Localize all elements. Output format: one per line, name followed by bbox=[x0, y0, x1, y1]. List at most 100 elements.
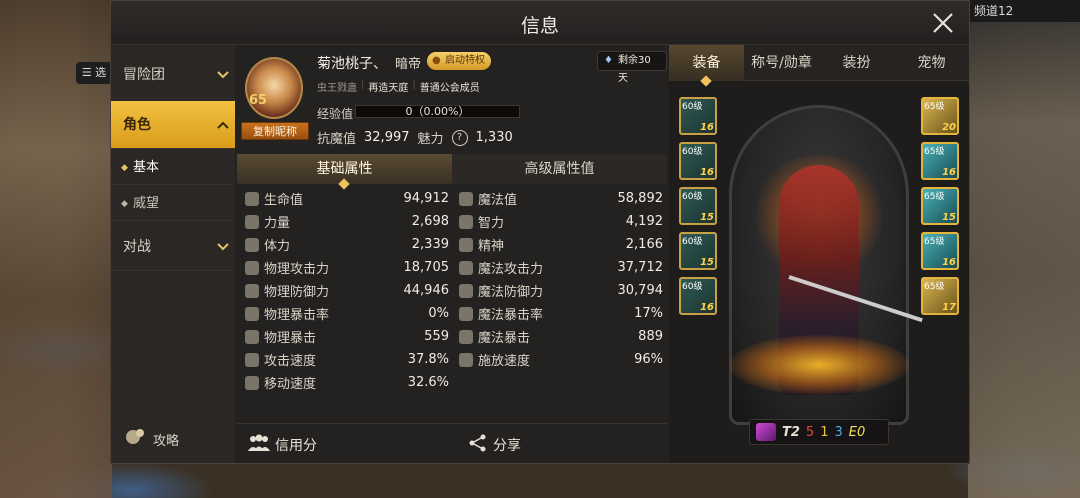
nav-item-label: 角色 bbox=[123, 117, 151, 133]
resist-label: 抗魔值 bbox=[317, 132, 357, 147]
epic-label: E0 bbox=[848, 424, 866, 440]
guide-button[interactable]: 攻略 bbox=[123, 427, 179, 451]
info-panel: 信息 冒险团 角色 ◆ 基本 ◆ 威望 对战 攻略 65 复制昵称 菊池桃子、 … bbox=[110, 0, 970, 464]
boot-icon bbox=[245, 375, 259, 390]
attr-move-speed: 移动速度 32.6% bbox=[245, 371, 449, 394]
share-icon bbox=[469, 434, 487, 456]
crit-icon bbox=[245, 329, 259, 344]
avatar-level: 65 bbox=[249, 93, 268, 108]
nav-sub-basic[interactable]: ◆ 基本 bbox=[111, 151, 235, 185]
tab-basic-attributes[interactable]: 基础属性 bbox=[237, 154, 452, 184]
privilege-badge[interactable]: 启动特权 bbox=[427, 52, 491, 70]
title-bar: 信息 bbox=[111, 1, 969, 45]
charm-value: 1,330 bbox=[475, 130, 513, 145]
attr-magic-crit-rate: 魔法暴击率 17% bbox=[459, 302, 663, 325]
background-menu-tag[interactable]: ☰ 选 bbox=[76, 62, 112, 84]
nav-item-label: 对战 bbox=[123, 239, 151, 255]
character-class: 暗帝 bbox=[395, 57, 422, 72]
tab-equipment[interactable]: 装备 bbox=[669, 45, 744, 81]
attr-phys-defense: 物理防御力 44,946 bbox=[245, 279, 449, 302]
window-title: 信息 bbox=[520, 15, 559, 37]
attr-mp: 魔法值 58,892 bbox=[459, 187, 663, 210]
guide-icon bbox=[123, 427, 147, 451]
equipment-panel: 装备 称号/勋章 装扮 宠物 60级 16 60级 16 60级 15 60级 15 6… bbox=[669, 45, 969, 463]
equip-slot-left-1[interactable]: 60级 16 bbox=[679, 97, 717, 135]
bullet-icon: ◆ bbox=[121, 163, 128, 173]
center-footer: 信用分 分享 bbox=[237, 423, 667, 463]
tier-label: T2 bbox=[782, 424, 800, 440]
heart-icon bbox=[245, 191, 259, 206]
nav-item-character[interactable]: 角色 bbox=[111, 101, 235, 149]
nav-item-battle[interactable]: 对战 bbox=[111, 223, 235, 271]
avatar bbox=[245, 57, 303, 119]
enhancement-summary[interactable]: T2 5 1 3 E0 bbox=[749, 419, 889, 445]
attr-spirit: 精神 2,166 bbox=[459, 233, 663, 256]
background-channel-tag: 频道12 bbox=[968, 0, 1080, 22]
nav-item-label: 冒险团 bbox=[123, 67, 165, 83]
credit-button[interactable]: 信用分 bbox=[247, 434, 317, 456]
count-yellow: 1 bbox=[820, 424, 829, 440]
attr-strength: 力量 2,698 bbox=[245, 210, 449, 233]
crit-icon bbox=[245, 306, 259, 321]
shield-icon bbox=[245, 283, 259, 298]
equip-slot-left-4[interactable]: 60级 15 bbox=[679, 232, 717, 270]
tab-advanced-attributes[interactable]: 高级属性值 bbox=[452, 154, 667, 184]
tab-titles-medals[interactable]: 称号/勋章 bbox=[744, 45, 819, 81]
close-icon[interactable] bbox=[931, 11, 955, 35]
tag-title: 虫王戮蛊 bbox=[317, 83, 357, 94]
attr-phys-crit-rate: 物理暴击率 0% bbox=[245, 302, 449, 325]
count-red: 5 bbox=[805, 424, 815, 440]
equip-slot-right-2[interactable]: 65级 16 bbox=[921, 142, 959, 180]
left-nav: 冒险团 角色 ◆ 基本 ◆ 威望 对战 攻略 bbox=[111, 45, 235, 463]
magic-shield-icon bbox=[459, 283, 473, 298]
background-right-scene bbox=[968, 0, 1080, 498]
count-blue: 3 bbox=[834, 424, 843, 440]
attr-attack-speed: 攻击速度 37.8% bbox=[245, 348, 449, 371]
copy-name-button[interactable]: 复制昵称 bbox=[241, 122, 309, 140]
equip-slot-left-3[interactable]: 60级 15 bbox=[679, 187, 717, 225]
strength-icon bbox=[245, 214, 259, 229]
exp-value: 0（0.00%） bbox=[405, 105, 470, 118]
nav-sub-label: 基本 bbox=[133, 160, 160, 175]
resist-charm-row: 抗魔值 32,997 魅力 ? 1,330 bbox=[317, 128, 513, 147]
character-info: 65 复制昵称 菊池桃子、 暗帝 启动特权 虫王戮蛊 | 再造天庭 | 普通公会… bbox=[237, 45, 667, 463]
equip-slot-left-5[interactable]: 60级 16 bbox=[679, 277, 717, 315]
attribute-tabs: 基础属性 高级属性值 bbox=[237, 154, 667, 184]
heart-outline-icon bbox=[459, 191, 473, 206]
resist-value: 32,997 bbox=[364, 130, 410, 145]
character-name: 菊池桃子、 bbox=[317, 56, 387, 72]
spirit-icon bbox=[459, 237, 473, 252]
people-icon bbox=[247, 434, 271, 456]
share-button[interactable]: 分享 bbox=[469, 434, 521, 456]
equipment-tabs: 装备 称号/勋章 装扮 宠物 bbox=[669, 45, 969, 81]
help-icon[interactable]: ? bbox=[451, 129, 468, 146]
vitality-icon bbox=[245, 237, 259, 252]
share-label: 分享 bbox=[493, 438, 521, 454]
intelligence-icon bbox=[459, 214, 473, 229]
character-tags: 虫王戮蛊 | 再造天庭 | 普通公会成员 bbox=[317, 79, 480, 94]
charm-label: 魅力 bbox=[417, 132, 444, 147]
equip-slot-right-5[interactable]: 65级 17 bbox=[921, 277, 959, 315]
tab-outfit[interactable]: 装扮 bbox=[819, 45, 894, 81]
attr-phys-crit: 物理暴击 559 bbox=[245, 325, 449, 348]
nav-item-adventure-team[interactable]: 冒险团 bbox=[111, 51, 235, 99]
credit-label: 信用分 bbox=[275, 438, 317, 454]
attr-hp: 生命值 94,912 bbox=[245, 187, 449, 210]
speed-icon bbox=[245, 352, 259, 367]
bullet-icon: ◆ bbox=[121, 199, 128, 209]
tab-pets[interactable]: 宠物 bbox=[894, 45, 969, 81]
equip-slot-left-2[interactable]: 60级 16 bbox=[679, 142, 717, 180]
cast-speed-icon bbox=[459, 352, 473, 367]
attr-vitality: 体力 2,339 bbox=[245, 233, 449, 256]
nav-sub-prestige[interactable]: ◆ 威望 bbox=[111, 187, 235, 221]
attr-magic-attack: 魔法攻击力 37,712 bbox=[459, 256, 663, 279]
nav-sub-label: 威望 bbox=[133, 196, 160, 211]
crit-icon bbox=[459, 329, 473, 344]
chevron-down-icon bbox=[217, 223, 229, 291]
tag-guild-role: 普通公会成员 bbox=[419, 83, 480, 94]
equip-slot-right-3[interactable]: 65级 15 bbox=[921, 187, 959, 225]
gem-icon bbox=[756, 423, 776, 441]
remaining-days-badge[interactable]: 剩余30天 bbox=[597, 51, 667, 84]
equip-slot-right-4[interactable]: 65级 16 bbox=[921, 232, 959, 270]
equip-slot-right-1[interactable]: 65级 20 bbox=[921, 97, 959, 135]
